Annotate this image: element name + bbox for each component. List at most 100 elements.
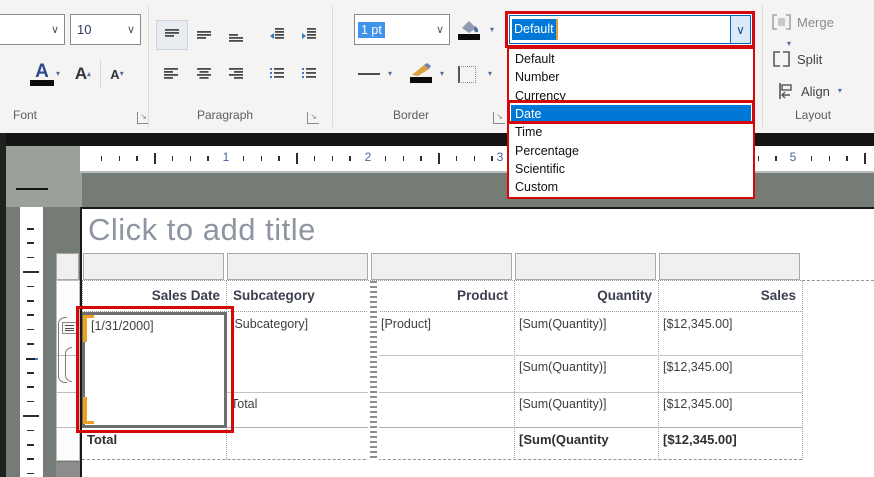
paragraph-dialog-launcher[interactable]: ↘ [307,112,319,124]
selected-cell-text: [1/31/2000] [85,315,224,333]
vertical-align-middle-button[interactable] [189,20,219,48]
column-handle[interactable] [371,253,512,280]
border-pen-icon [410,63,432,77]
ruler-tick [27,242,34,244]
format-option-number[interactable]: Number [511,68,751,86]
table-cell[interactable]: [$12,345.00] [658,356,798,391]
align-right-button[interactable] [221,60,251,88]
vertical-align-bottom-button[interactable] [221,20,251,48]
selection-handle[interactable] [83,315,87,342]
bullet-list-button[interactable] [262,60,292,88]
title-placeholder[interactable]: Click to add title [88,212,618,253]
column-header-subcategory[interactable]: Subcategory [226,280,371,312]
fill-color-dropdown-arrow[interactable]: ▾ [490,26,494,34]
border-color-button[interactable] [404,58,438,88]
ruler-number: 1 [223,150,230,164]
format-option-date[interactable]: Date [511,105,751,123]
format-option-percentage[interactable]: Percentage [511,142,751,160]
border-color-dropdown-arrow[interactable]: ▾ [440,70,444,78]
border-color-swatch [410,77,432,83]
ruler-tick [27,444,34,446]
table-cell[interactable]: [$12,345.00] [658,428,798,459]
ruler-number: 2 [365,150,372,164]
align-right-icon [229,67,244,82]
decrease-indent-button[interactable] [262,20,292,48]
column-header-sales-date[interactable]: Sales Date [82,280,227,312]
column-handle[interactable] [659,253,800,280]
numbered-list-button[interactable] [294,60,324,88]
format-option-scientific[interactable]: Scientific [511,160,751,178]
format-option-time[interactable]: Time [511,123,751,141]
decrease-indent-icon [270,27,285,42]
chevron-down-icon[interactable]: ∨ [431,23,449,36]
table-cell[interactable]: [$12,345.00] [658,313,798,354]
column-header-quantity[interactable]: Quantity [514,280,659,312]
column-header-product[interactable]: Product [370,280,515,312]
align-center-button[interactable] [189,60,219,88]
table-cell[interactable]: [Sum(Quantity)] [514,356,654,391]
split-dropdown-arrow[interactable]: ▾ [787,40,791,48]
table-cell[interactable]: [Sum(Quantity)] [514,393,654,426]
table-cell[interactable]: Total [82,428,222,459]
table-cell[interactable]: [$12,345.00] [658,393,798,426]
vertical-align-top-button[interactable] [156,20,188,50]
bullet-list-icon [270,67,285,82]
shrink-font-button[interactable]: A ▾ [102,57,132,91]
grow-font-button[interactable]: A ▾ [68,57,98,91]
align-button[interactable]: Align ▾ [778,80,868,102]
font-group-label: Font [13,108,37,122]
align-dropdown-arrow[interactable]: ▾ [838,87,842,95]
merge-button[interactable]: Merge [772,11,862,33]
format-dropdown-list[interactable]: DefaultNumberCurrencyDateTimePercentageS… [507,47,755,199]
table-cell[interactable]: [Product] [376,313,510,354]
ruler-tick [775,156,777,161]
align-left-button[interactable] [156,60,186,88]
selection-handle[interactable] [83,397,87,424]
ruler-tick [261,156,263,161]
column-handle[interactable] [83,253,224,280]
column-handle[interactable] [515,253,656,280]
border-style-dropdown-arrow[interactable]: ▾ [388,70,392,78]
borders-button[interactable] [452,60,482,88]
chevron-down-icon[interactable]: ∨ [122,23,140,36]
layout-group-label: Layout [795,108,831,122]
column-handle[interactable] [227,253,368,280]
text-cursor [556,19,558,40]
ruler-corner [6,146,82,207]
border-dialog-launcher[interactable]: ↘ [493,112,505,124]
merge-label: Merge [797,15,834,30]
font-size-combobox[interactable]: 10 ∨ [70,14,141,45]
ruler-tick [349,156,351,161]
ruler-tick [27,300,34,302]
column-header-sales[interactable]: Sales [658,280,803,312]
table-cell[interactable]: [Sum(Quantity)] [514,313,654,354]
combobox-chevron-button[interactable]: ∨ [730,16,750,43]
table-cell[interactable]: [Sum(Quantity [514,428,654,459]
row-group-icon[interactable] [62,322,77,334]
increase-indent-button[interactable] [294,20,324,48]
selected-date-cell[interactable]: [1/31/2000] [82,312,227,428]
chevron-down-icon[interactable]: ∨ [46,23,64,36]
table-corner-handle[interactable] [56,253,79,280]
split-button[interactable]: Split [772,48,862,70]
format-option-custom[interactable]: Custom [511,178,751,196]
ruler-tick [846,156,848,161]
format-combobox[interactable]: Default ∨ [509,15,751,44]
column-resize-handle[interactable] [368,281,379,460]
font-name-combobox[interactable]: ∨ [0,14,65,45]
header-guide-line [802,280,874,281]
ruler-tick [136,156,138,161]
font-color-dropdown-arrow[interactable]: ▾ [56,70,60,78]
ruler-tick [23,271,39,273]
ruler-tick [758,156,760,161]
format-option-currency[interactable]: Currency [511,87,751,105]
format-option-default[interactable]: Default [511,50,751,68]
ruler-tick [101,156,103,161]
background-fill-color-button[interactable] [452,16,486,44]
border-width-combobox[interactable]: 1 pt ∨ [354,14,450,45]
borders-dropdown-arrow[interactable]: ▾ [488,70,492,78]
border-style-button[interactable] [352,60,386,88]
table-cell[interactable]: Total [226,393,366,426]
table-cell[interactable]: [Subcategory] [226,313,366,354]
align-left-icon [164,67,179,82]
